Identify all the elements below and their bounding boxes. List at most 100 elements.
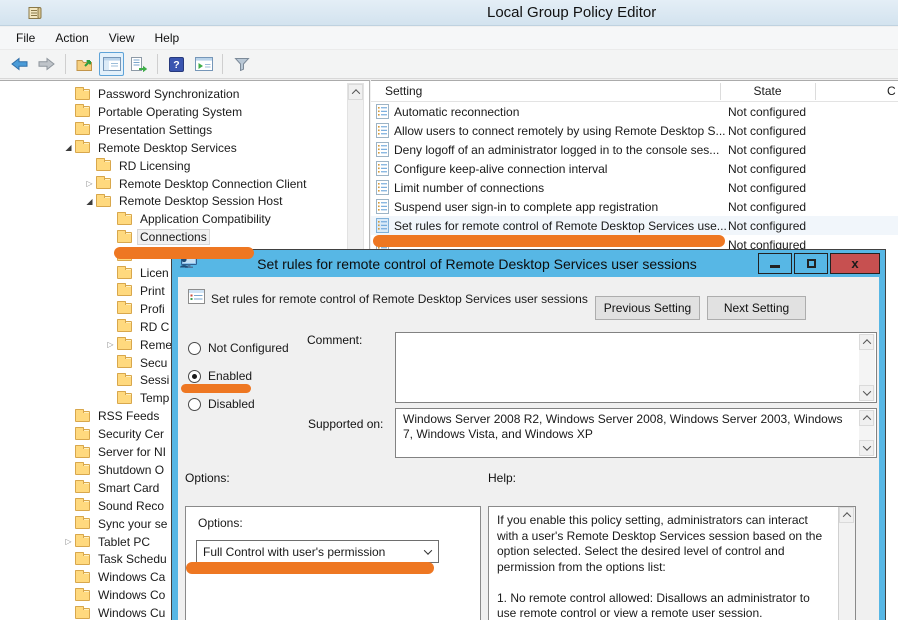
settings-row-suspend-user-sign-in-to-complete-app-reg[interactable]: Suspend user sign-in to complete app reg… [371, 197, 898, 216]
scroll-down-icon[interactable] [859, 440, 874, 456]
radio-icon[interactable] [188, 342, 201, 355]
close-icon[interactable]: x [830, 253, 880, 274]
settings-row-set-rules-for-remote-control-of-remote-d[interactable]: Set rules for remote control of Remote D… [371, 216, 898, 235]
column-header-comment[interactable]: C [887, 84, 896, 98]
scroll-up-icon[interactable] [859, 334, 874, 350]
tree-item-presentation-settings[interactable]: Presentation Settings [62, 121, 215, 139]
radio-icon[interactable] [188, 370, 201, 383]
tree-item-sessi[interactable]: Sessi [104, 371, 172, 389]
up-one-level-icon[interactable] [72, 52, 97, 76]
comment-scrollbar[interactable] [859, 334, 875, 401]
tree-item-label: Temp [137, 390, 172, 406]
tree-item-rss-feeds[interactable]: RSS Feeds [62, 407, 162, 425]
tree-item-secu[interactable]: Secu [104, 354, 170, 372]
maximize-icon[interactable] [794, 253, 828, 274]
tree-item-tablet-pc[interactable]: ▷Tablet PC [62, 533, 153, 551]
folder-icon [75, 106, 90, 117]
radio-not-configured[interactable]: Not Configured [188, 340, 289, 356]
expander-icon[interactable]: ▷ [83, 179, 96, 188]
tree-item-application-compatibility[interactable]: Application Compatibility [104, 210, 274, 228]
setting-name: Set rules for remote control of Remote D… [394, 219, 727, 233]
column-header-setting[interactable]: Setting [385, 84, 422, 98]
control-level-dropdown[interactable]: Full Control with user's permission [196, 540, 439, 563]
expander-icon[interactable]: ◢ [62, 143, 75, 152]
tree-item-sound-reco[interactable]: Sound Reco [62, 497, 167, 515]
next-setting-button[interactable]: Next Setting [707, 296, 806, 320]
menu-view[interactable]: View [99, 28, 145, 48]
export-list-icon[interactable] [126, 52, 151, 76]
menu-action[interactable]: Action [45, 28, 98, 48]
help-scrollbar[interactable] [838, 507, 855, 620]
tree-item-label: Windows Co [95, 587, 168, 603]
tree-item-print[interactable]: Print [104, 282, 168, 300]
supported-on-field[interactable]: Windows Server 2008 R2, Windows Server 2… [395, 408, 877, 458]
window-titlebar: Local Group Policy Editor [0, 0, 898, 26]
chevron-down-icon[interactable] [418, 549, 438, 555]
highlight-annotation-connections [114, 247, 254, 259]
tree-item-licen[interactable]: Licen [104, 264, 172, 282]
comment-field[interactable] [395, 332, 877, 403]
settings-row-limit-number-of-connections[interactable]: Limit number of connectionsNot configure… [371, 178, 898, 197]
tree-item-label: Smart Card [95, 480, 162, 496]
previous-setting-button[interactable]: Previous Setting [595, 296, 700, 320]
tree-item-remote-desktop-connection-client[interactable]: ▷Remote Desktop Connection Client [83, 175, 309, 193]
settings-row-configure-keep-alive-connection-interval[interactable]: Configure keep-alive connection interval… [371, 159, 898, 178]
help-icon[interactable]: ? [164, 52, 189, 76]
tree-item-security-cer[interactable]: Security Cer [62, 425, 167, 443]
radio-disabled[interactable]: Disabled [188, 396, 255, 412]
folder-icon [96, 160, 111, 171]
tree-item-rd-licensing[interactable]: RD Licensing [83, 157, 193, 175]
tree-item-server-for-ni[interactable]: Server for NI [62, 443, 169, 461]
back-icon[interactable] [7, 52, 32, 76]
supported-on-label: Supported on: [308, 417, 383, 431]
scroll-up-icon[interactable] [348, 84, 363, 100]
menu-help[interactable]: Help [145, 28, 190, 48]
tree-item-portable-operating-system[interactable]: Portable Operating System [62, 103, 245, 121]
menu-bar: FileActionViewHelp [0, 27, 898, 50]
tree-item-sync-your-se[interactable]: Sync your se [62, 515, 170, 533]
forward-icon[interactable] [34, 52, 59, 76]
setting-name: Configure keep-alive connection interval [394, 162, 607, 176]
tree-item-connections[interactable]: Connections [104, 228, 210, 246]
tree-item-shutdown-o[interactable]: Shutdown O [62, 461, 167, 479]
tree-item-remote-desktop-session-host[interactable]: ◢Remote Desktop Session Host [83, 192, 285, 210]
settings-row-allow-users-to-connect-remotely-by-using[interactable]: Allow users to connect remotely by using… [371, 121, 898, 140]
tree-item-label: Security Cer [95, 426, 167, 442]
setting-state: Not configured [728, 181, 806, 195]
column-divider[interactable] [815, 83, 816, 100]
filter-icon[interactable] [229, 52, 254, 76]
tree-item-remote-desktop-services[interactable]: ◢Remote Desktop Services [62, 139, 240, 157]
scroll-down-icon[interactable] [859, 385, 874, 401]
tree-item-reme[interactable]: ▷Reme [104, 336, 175, 354]
tree-item-windows-ca[interactable]: Windows Ca [62, 568, 168, 586]
column-header-state[interactable]: State [720, 84, 815, 98]
policy-doc-icon [376, 199, 389, 217]
settings-row-automatic-reconnection[interactable]: Automatic reconnectionNot configured [371, 102, 898, 121]
tree-item-profi[interactable]: Profi [104, 300, 168, 318]
radio-icon[interactable] [188, 398, 201, 411]
tree-item-label: Licen [137, 265, 172, 281]
expander-icon[interactable]: ▷ [62, 537, 75, 546]
tree-item-smart-card[interactable]: Smart Card [62, 479, 162, 497]
console-tree-icon[interactable] [99, 52, 124, 76]
show-window-icon[interactable] [191, 52, 216, 76]
tree-item-temp[interactable]: Temp [104, 389, 172, 407]
scroll-up-icon[interactable] [839, 507, 854, 523]
tree-item-task-schedu[interactable]: Task Schedu [62, 550, 170, 568]
radio-enabled[interactable]: Enabled [188, 368, 252, 384]
expander-icon[interactable]: ▷ [104, 340, 117, 349]
scroll-up-icon[interactable] [859, 410, 874, 426]
tree-item-rd-c[interactable]: RD C [104, 318, 172, 336]
expander-icon[interactable]: ◢ [83, 197, 96, 206]
settings-row-deny-logoff-of-an-administrator-logged-i[interactable]: Deny logoff of an administrator logged i… [371, 140, 898, 159]
minimize-icon[interactable] [758, 253, 792, 274]
tree-item-windows-co[interactable]: Windows Co [62, 586, 168, 604]
tree-item-label: Sync your se [95, 516, 170, 532]
folder-icon [117, 285, 132, 296]
setting-name: Allow users to connect remotely by using… [394, 124, 725, 138]
menu-file[interactable]: File [6, 28, 45, 48]
comment-label: Comment: [307, 333, 362, 347]
tree-item-password-synchronization[interactable]: Password Synchronization [62, 85, 242, 103]
supported-scrollbar[interactable] [859, 410, 875, 456]
tree-item-windows-cu[interactable]: Windows Cu [62, 604, 168, 620]
